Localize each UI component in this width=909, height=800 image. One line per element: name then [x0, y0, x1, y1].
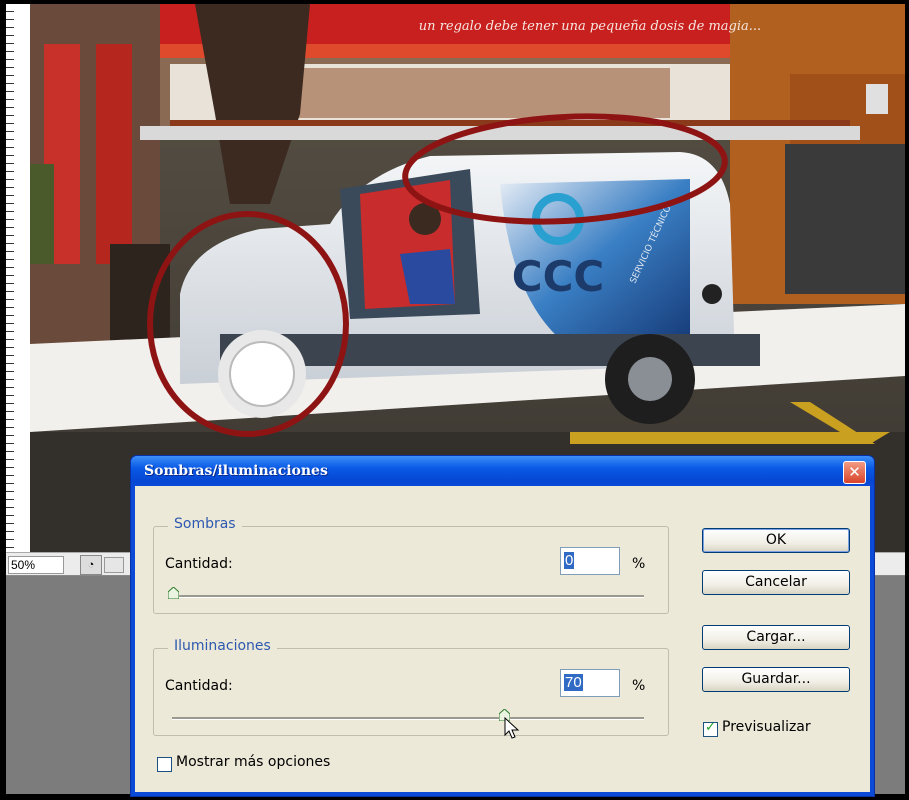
highlights-legend: Iluminaciones	[168, 638, 277, 654]
zoom-level-field[interactable]: 50%	[8, 556, 64, 574]
shadows-highlights-dialog: Sombras/iluminaciones ✕ Sombras Cantidad…	[131, 456, 874, 796]
cancel-button[interactable]: Cancelar	[702, 570, 850, 595]
preview-label: Previsualizar	[722, 719, 811, 735]
preview-checkbox[interactable]: ✓	[703, 720, 718, 737]
highlights-amount-label: Cantidad:	[165, 678, 233, 694]
shadows-percent-sign: %	[632, 556, 646, 572]
highlights-slider-track[interactable]	[172, 717, 644, 720]
shadows-amount-value: 0	[564, 552, 575, 569]
storefront-banner-text: un regalo debe tener una pequeña dosis d…	[419, 19, 761, 34]
highlights-amount-input[interactable]: 70	[560, 669, 620, 697]
ok-button[interactable]: OK	[702, 528, 850, 553]
checkmark-icon: ✓	[705, 720, 716, 735]
highlights-percent-sign: %	[632, 678, 646, 694]
dialog-titlebar[interactable]: Sombras/iluminaciones ✕	[131, 456, 874, 486]
shadows-group: Sombras Cantidad: 0 %	[153, 516, 669, 614]
shadows-slider-track[interactable]	[172, 595, 644, 598]
van-logo-text: CCC	[512, 252, 604, 301]
dialog-body: Sombras Cantidad: 0 % Iluminaciones Cant…	[135, 486, 870, 792]
save-button[interactable]: Guardar...	[702, 667, 850, 692]
shadows-amount-label: Cantidad:	[165, 556, 233, 572]
more-options-checkbox[interactable]	[157, 757, 172, 772]
status-scroll-button[interactable]	[104, 557, 124, 573]
shadows-legend: Sombras	[168, 516, 242, 532]
document-info-icon[interactable]: ◔	[80, 555, 102, 575]
shadows-amount-input[interactable]: 0	[560, 547, 620, 575]
more-options-label: Mostrar más opciones	[176, 754, 331, 770]
shadows-slider-thumb[interactable]	[168, 587, 179, 599]
close-icon[interactable]: ✕	[843, 461, 866, 484]
dialog-title: Sombras/iluminaciones	[144, 463, 328, 479]
vertical-ruler	[6, 4, 31, 552]
load-button[interactable]: Cargar...	[702, 625, 850, 650]
mouse-cursor-icon	[504, 717, 520, 739]
highlights-group: Iluminaciones Cantidad: 70 %	[153, 638, 669, 739]
highlights-amount-value: 70	[564, 674, 583, 691]
